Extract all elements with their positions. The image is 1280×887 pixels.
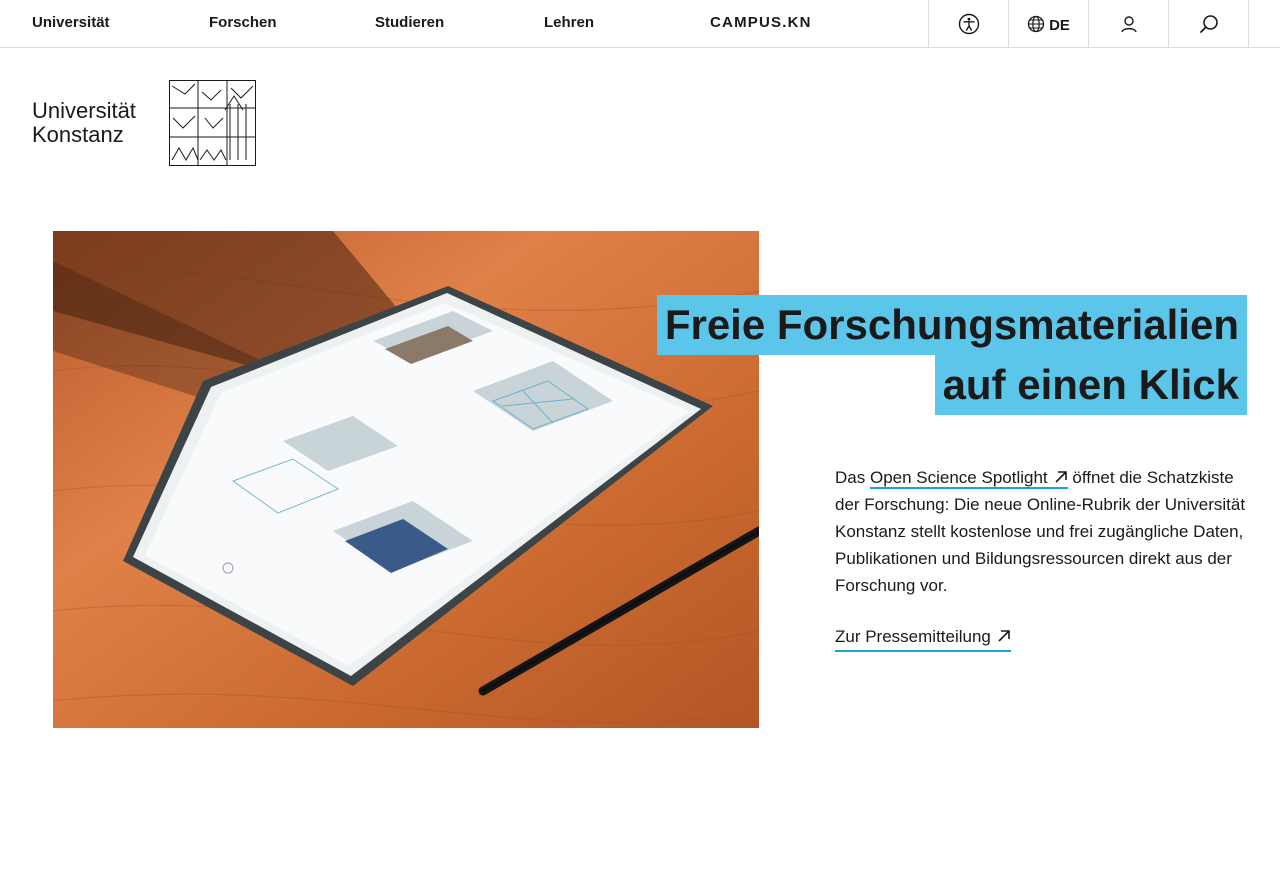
logo-emblem-icon (169, 80, 256, 166)
university-logo[interactable]: Universität Konstanz (32, 80, 258, 168)
login-button[interactable] (1088, 0, 1168, 47)
language-label: DE (1049, 17, 1070, 34)
nav-link-forschen[interactable]: Forschen (209, 14, 277, 31)
tablet-photo (53, 231, 759, 728)
search-icon (1199, 14, 1218, 33)
search-button[interactable] (1168, 0, 1249, 47)
accessibility-icon (958, 13, 979, 34)
open-science-spotlight-link[interactable]: Open Science Spotlight (869, 468, 1068, 489)
logo-line-1: Universität (32, 98, 136, 123)
hero-description: Das Open Science Spotlight öffnet die Sc… (835, 464, 1247, 599)
language-switch[interactable]: DE (1008, 0, 1088, 47)
user-icon (1120, 15, 1137, 32)
hero-image (53, 231, 759, 728)
headline-line-2: auf einen Klick (934, 355, 1247, 415)
text-before-link: Das (835, 468, 870, 487)
hero-headline: Freie Forschungsmaterialien auf einen Kl… (656, 295, 1247, 415)
globe-icon (1027, 15, 1045, 32)
external-arrow-icon (998, 630, 1010, 642)
nav-link-universitaet[interactable]: Universität (32, 14, 110, 31)
nav-link-studieren[interactable]: Studieren (375, 14, 444, 31)
headline-line-1: Freie Forschungsmaterialien (656, 295, 1247, 355)
accessibility-button[interactable] (928, 0, 1008, 47)
press-release-link[interactable]: Zur Pressemitteilung (835, 623, 1011, 652)
logo-line-2: Konstanz (32, 122, 124, 147)
press-link-label: Zur Pressemitteilung (835, 627, 991, 646)
nav-link-lehren[interactable]: Lehren (544, 14, 594, 31)
top-navigation: Universität Forschen Studieren Lehren CA… (0, 0, 1280, 48)
link-label: Open Science Spotlight (869, 468, 1048, 487)
campus-link[interactable]: CAMPUS.KN (710, 14, 812, 31)
external-arrow-icon (1055, 471, 1067, 483)
